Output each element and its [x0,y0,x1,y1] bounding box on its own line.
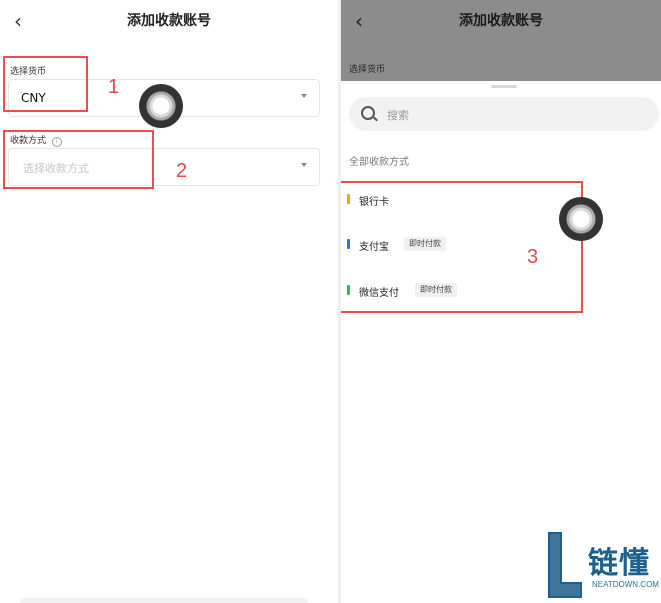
payment-method-sheet: 搜索 全部收款方式 银行卡 支付宝 即时付款 微信支付 即时付款 [341,81,661,603]
chevron-down-icon [301,94,307,98]
page-title: 添加收款账号 [459,13,543,29]
annotation-number-3: 3 [527,246,539,268]
search-placeholder: 搜索 [387,109,409,122]
watermark-logo: 链懂 NEATDOWN.COM [546,532,659,600]
annotation-box-3 [341,181,583,313]
annotation-box-1 [3,56,88,112]
header: ‹ 添加收款账号 [0,0,338,42]
touch-indicator [559,197,603,241]
annotation-number-2: 2 [176,160,188,182]
dimmed-header: ‹ 添加收款账号 选择货币 [341,0,661,81]
search-icon [361,106,375,120]
logo-text-en: NEATDOWN.COM [592,580,659,589]
logo-text-cn: 链懂 [588,546,650,581]
search-input[interactable]: 搜索 [349,97,659,131]
left-screen: ‹ 添加收款账号 选择货币 CNY 收款方式 i 选择收款方式 1 2 [0,0,338,603]
right-screen: ‹ 添加收款账号 选择货币 搜索 全部收款方式 银行卡 支付宝 即时付款 微信支… [341,0,661,603]
logo-l-mark-icon [548,532,582,598]
currency-label: 选择货币 [349,65,386,75]
page-title: 添加收款账号 [127,13,211,29]
annotation-box-2 [3,130,154,189]
annotation-number-1: 1 [108,76,120,98]
bottom-button[interactable] [20,598,308,603]
section-title: 全部收款方式 [349,157,409,168]
touch-indicator [139,84,183,128]
chevron-down-icon [301,163,307,167]
drag-handle[interactable] [491,85,517,88]
